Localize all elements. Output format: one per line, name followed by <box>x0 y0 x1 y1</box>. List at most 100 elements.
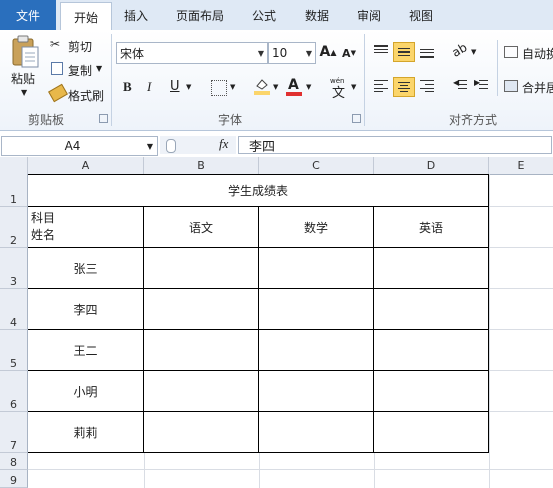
row-header-9[interactable]: 9 <box>0 470 28 488</box>
font-color-swatch <box>286 92 302 96</box>
fill-dropdown-icon[interactable]: ▼ <box>273 83 278 91</box>
merge-center-button[interactable]: 合并居 <box>522 79 553 96</box>
underline-dropdown-icon[interactable]: ▼ <box>186 83 191 91</box>
align-top-icon[interactable] <box>374 45 388 57</box>
paste-dropdown-icon[interactable]: ▼ <box>21 88 27 97</box>
row-header-6[interactable]: 6 <box>0 371 28 412</box>
font-size-value: 10 <box>272 46 288 60</box>
borders-dropdown-icon[interactable]: ▼ <box>230 83 235 91</box>
tab-page-layout[interactable]: 页面布局 <box>176 7 224 24</box>
student-name-cell[interactable]: 小明 <box>28 371 143 411</box>
format-painter-button[interactable]: 格式刷 <box>68 87 104 104</box>
decrease-indent-icon[interactable]: ◀ <box>453 78 467 92</box>
column-header-b[interactable]: B <box>144 157 259 174</box>
row-header-2[interactable]: 2 <box>0 207 28 248</box>
bold-button[interactable]: B <box>123 79 132 95</box>
scissors-icon: ✂ <box>50 37 61 51</box>
fill-color-swatch <box>254 91 270 95</box>
font-launcher-icon[interactable] <box>352 114 361 123</box>
header-corner-cell[interactable]: 科目 姓名 <box>31 210 55 244</box>
cut-button[interactable]: 剪切 <box>68 38 92 55</box>
chevron-down-icon: ▼ <box>305 48 313 58</box>
corner-name-label: 姓名 <box>31 228 56 242</box>
formula-input[interactable]: 李四 <box>238 136 552 155</box>
column-header-d[interactable]: D <box>374 157 489 174</box>
student-name-cell[interactable]: 王二 <box>28 330 143 370</box>
chevron-down-icon: ▼ <box>257 48 265 58</box>
align-center-icon[interactable] <box>393 77 415 97</box>
font-color-icon[interactable]: A <box>288 77 299 93</box>
font-name-value: 宋体 <box>120 46 145 61</box>
subject-header-cell[interactable]: 数学 <box>259 207 373 247</box>
font-name-select[interactable]: 宋体 ▼ <box>116 42 268 64</box>
row-header-5[interactable]: 5 <box>0 330 28 371</box>
clipboard-launcher-icon[interactable] <box>99 114 108 123</box>
row-header-3[interactable]: 3 <box>0 248 28 289</box>
row-header-8[interactable]: 8 <box>0 453 28 470</box>
column-header-c[interactable]: C <box>259 157 374 174</box>
expand-handle-icon[interactable] <box>166 139 176 153</box>
paste-icon[interactable] <box>8 34 42 70</box>
tab-home[interactable]: 开始 <box>60 2 112 31</box>
merge-center-icon <box>504 80 518 92</box>
subject-header-cell[interactable]: 语文 <box>144 207 258 247</box>
chevron-down-icon[interactable]: ▼ <box>143 142 157 151</box>
orientation-dropdown-icon[interactable]: ▼ <box>471 48 476 56</box>
gridline <box>28 469 553 470</box>
group-divider <box>497 40 498 96</box>
align-bottom-icon[interactable] <box>420 46 434 58</box>
table-border <box>488 174 489 453</box>
gridline <box>489 206 553 207</box>
fill-color-icon[interactable] <box>254 78 270 90</box>
borders-icon[interactable] <box>211 80 227 96</box>
copy-icon <box>51 62 63 75</box>
subject-header-cell[interactable]: 英语 <box>374 207 488 247</box>
phonetic-dropdown-icon[interactable]: ▼ <box>351 83 356 91</box>
align-middle-icon[interactable] <box>393 42 415 62</box>
clipboard-group-label: 剪贴板 <box>28 113 65 127</box>
tab-insert[interactable]: 插入 <box>124 7 148 24</box>
gridline <box>489 411 553 412</box>
tab-view[interactable]: 视图 <box>409 7 433 24</box>
font-color-dropdown-icon[interactable]: ▼ <box>306 83 311 91</box>
increase-indent-icon[interactable]: ▶ <box>474 78 488 92</box>
gridline <box>374 453 375 488</box>
row-header-7[interactable]: 7 <box>0 412 28 453</box>
gridline <box>259 453 260 488</box>
font-size-select[interactable]: 10 ▼ <box>268 42 316 64</box>
table-title-cell[interactable]: 学生成绩表 <box>28 175 488 206</box>
tab-formulas[interactable]: 公式 <box>252 7 276 24</box>
name-box[interactable]: A4 ▼ <box>1 136 158 156</box>
tab-review[interactable]: 审阅 <box>357 7 381 24</box>
column-header-a[interactable]: A <box>28 157 144 174</box>
shrink-font-icon[interactable]: A ▼ <box>341 44 357 62</box>
align-left-icon[interactable] <box>374 80 388 92</box>
gridline <box>489 370 553 371</box>
student-name-cell[interactable]: 莉莉 <box>28 412 143 452</box>
select-all-corner[interactable] <box>0 157 28 174</box>
corner-subject-label: 科目 <box>31 211 56 225</box>
paste-button[interactable]: 粘贴 <box>11 70 35 87</box>
row-header-1[interactable]: 1 <box>0 174 28 207</box>
gridline <box>144 453 145 488</box>
gridline <box>489 288 553 289</box>
tab-file[interactable]: 文件 <box>0 0 56 30</box>
wrap-text-icon <box>504 46 518 58</box>
row-header-4[interactable]: 4 <box>0 289 28 330</box>
copy-button[interactable]: 复制 <box>68 62 92 79</box>
tab-data[interactable]: 数据 <box>305 7 329 24</box>
name-box-value: A4 <box>64 139 81 153</box>
copy-dropdown-icon[interactable]: ▼ <box>96 64 102 73</box>
phonetic-icon[interactable]: 文 <box>332 82 345 101</box>
student-name-cell[interactable]: 张三 <box>28 248 143 288</box>
font-group-label: 字体 <box>218 113 243 127</box>
insert-function-icon[interactable]: fx <box>219 136 228 152</box>
student-name-cell[interactable]: 李四 <box>28 289 143 329</box>
grow-font-icon[interactable]: A ▲ <box>319 42 337 62</box>
column-header-e[interactable]: E <box>489 157 553 174</box>
align-right-icon[interactable] <box>420 80 434 92</box>
wrap-text-button[interactable]: 自动换 <box>522 45 553 62</box>
underline-button[interactable]: U <box>170 79 180 94</box>
italic-button[interactable]: I <box>147 79 151 95</box>
group-divider <box>111 34 112 126</box>
